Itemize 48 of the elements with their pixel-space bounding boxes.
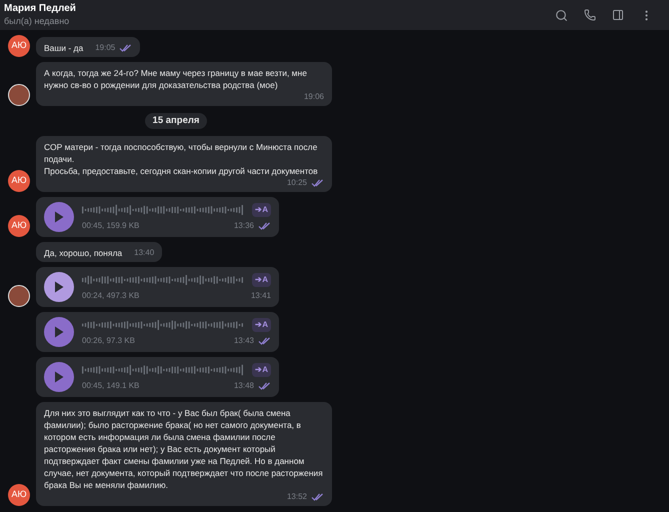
message-text: Ваши - да [44, 42, 84, 54]
transcribe-button[interactable]: ➔A [252, 202, 271, 216]
search-icon[interactable] [555, 8, 568, 22]
sidebar-icon[interactable] [612, 9, 624, 21]
message-text: А когда, тогда же 24-го? Мне маму через границу в мае везти, мне нужно св-во о рождении для доказательства родства (мое) [44, 66, 308, 91]
transcribe-button[interactable]: ➔A [252, 318, 271, 332]
message-text: СОР матери - тогда поспособствую, чтобы вернули с Минюста после подачи. Просьба, предоставьте, сегодня скан-копии другой части документов [44, 141, 319, 177]
message-time: 13:52 [286, 491, 307, 503]
message-text: Для них это выглядит как то что - у Вас был брак( была смена фамилии); было расторжение брака( но нет самого документа, в котором есть информация ли была смена фамилии после расторжения брака или нет); у Вас есть документ который подтверждает факт смены фамилии уже на Педлей. Но в данном случае, нет документа, который подтверждает что после расторжения брака Вы не меняли фамилию. [44, 407, 324, 491]
message-time: 19:05 [95, 42, 116, 54]
double-check-icon [311, 493, 324, 501]
play-button[interactable] [44, 317, 74, 347]
message-time: 13:43 [234, 334, 254, 346]
play-icon [54, 211, 64, 223]
play-icon [54, 281, 64, 293]
avatar[interactable]: АЮ [8, 34, 30, 57]
contact-name[interactable]: Мария Педлей [4, 2, 76, 15]
avatar[interactable]: АЮ [8, 170, 30, 192]
double-check-icon [258, 382, 271, 390]
message-time: 13:40 [134, 247, 154, 259]
voice-info: 00:45, 149.1 KB [82, 380, 140, 392]
date-pill: 15 апреля [144, 112, 208, 129]
double-check-icon [258, 222, 271, 230]
double-check-icon [311, 179, 324, 187]
play-icon [54, 371, 64, 383]
contact-status: был(а) недавно [4, 15, 70, 28]
transcribe-button[interactable]: ➔A [252, 272, 271, 286]
play-button[interactable] [44, 272, 74, 302]
voice-info: 00:45, 159.9 KB [82, 220, 140, 232]
avatar-photo[interactable] [8, 285, 30, 307]
voice-info: 00:26, 97.3 KB [82, 334, 135, 346]
avatar[interactable]: АЮ [8, 484, 30, 506]
message-time: 13:41 [250, 290, 271, 302]
message-time: 19:06 [304, 90, 324, 103]
avatar-photo[interactable] [8, 84, 30, 106]
play-icon [54, 326, 64, 338]
double-check-icon [119, 44, 132, 52]
voice-info: 00:24, 497.3 KB [82, 290, 140, 302]
play-button[interactable] [44, 362, 74, 392]
avatar[interactable]: АЮ [8, 215, 30, 237]
message-text: Да, хорошо, поняла [44, 247, 122, 259]
transcribe-button[interactable]: ➔A [252, 362, 271, 376]
play-button[interactable] [44, 202, 74, 232]
message-time: 13:36 [234, 220, 254, 232]
message-time: 13:48 [234, 380, 254, 392]
message-time: 10:25 [286, 177, 307, 189]
phone-icon[interactable] [584, 9, 596, 21]
double-check-icon [258, 336, 271, 344]
